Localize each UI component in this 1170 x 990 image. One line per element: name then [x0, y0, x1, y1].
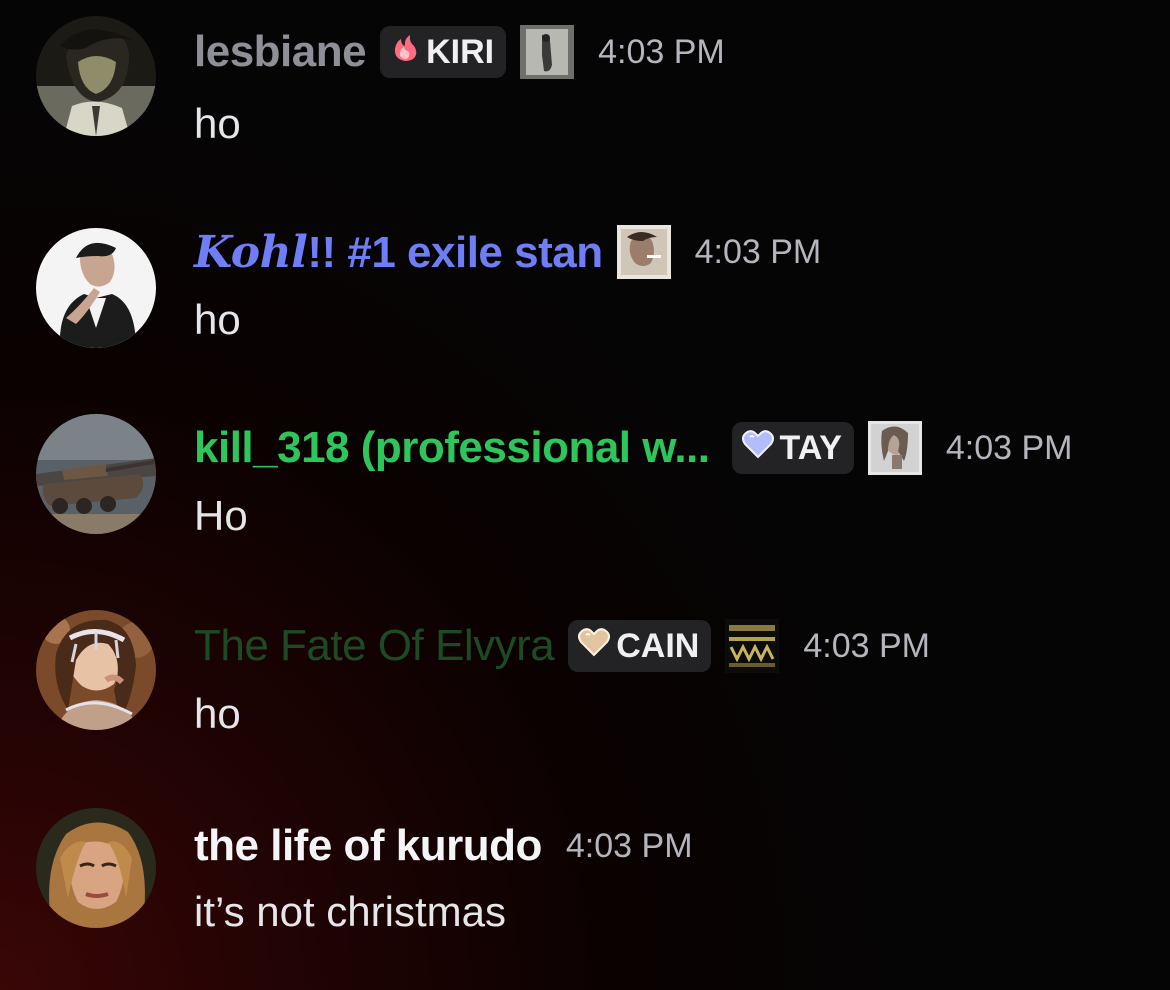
timestamp: 4:03 PM [598, 32, 725, 71]
message-header: Kohl!! #1 exile stan 4:03 PM [194, 224, 821, 280]
badge-label: CAIN [616, 626, 700, 665]
message-item: kill_318 (professional w... TAY 4:03 PM … [0, 392, 1170, 582]
badge-label: KIRI [426, 32, 495, 71]
message-text: Ho [194, 492, 248, 539]
timestamp: 4:03 PM [565, 826, 693, 865]
message-text: ho [194, 100, 241, 147]
message-header: The Fate Of Elvyra CAIN 4:03 PM [194, 618, 930, 674]
message-header: lesbiane KIRI 4:03 PM [194, 24, 725, 80]
timestamp: 4:03 PM [803, 626, 930, 665]
username[interactable]: the life of kurudo [194, 821, 542, 871]
username[interactable]: Kohl!! #1 exile stan [194, 227, 603, 278]
message-text: ho [194, 690, 241, 737]
message-item: Kohl!! #1 exile stan 4:03 PM ho [0, 196, 1170, 386]
message-item: lesbiane KIRI 4:03 PM ho [0, 0, 1170, 190]
username[interactable]: lesbiane [194, 27, 367, 77]
username[interactable]: The Fate Of Elvyra [194, 621, 555, 671]
status-image [867, 421, 922, 475]
status-image [725, 619, 780, 673]
message-item: The Fate Of Elvyra CAIN 4:03 PM ho [0, 590, 1170, 780]
avatar[interactable] [36, 228, 156, 348]
status-image [520, 25, 575, 79]
message-text: ho [194, 296, 241, 343]
message-text: it’s not christmas [194, 888, 506, 935]
avatar[interactable] [36, 16, 156, 136]
message-item: the life of kurudo 4:03 PM it’s not chri… [0, 790, 1170, 980]
timestamp: 4:03 PM [694, 232, 822, 271]
status-image [616, 225, 671, 279]
heart-icon [741, 429, 774, 468]
avatar[interactable] [36, 610, 156, 730]
avatar[interactable] [36, 414, 156, 534]
flame-icon [390, 33, 420, 72]
heart-icon [578, 627, 611, 666]
role-badge[interactable]: KIRI [380, 26, 507, 78]
badge-label: TAY [779, 428, 842, 467]
message-header: kill_318 (professional w... TAY 4:03 PM [194, 420, 1073, 476]
username-rest: !! #1 exile stan [307, 227, 603, 277]
avatar[interactable] [36, 808, 156, 928]
role-badge[interactable]: CAIN [568, 620, 712, 672]
message-header: the life of kurudo 4:03 PM [194, 818, 693, 874]
timestamp: 4:03 PM [945, 428, 1073, 467]
username-script-part: Kohl [194, 226, 308, 278]
username[interactable]: kill_318 (professional w... [194, 423, 710, 473]
role-badge[interactable]: TAY [731, 422, 854, 474]
